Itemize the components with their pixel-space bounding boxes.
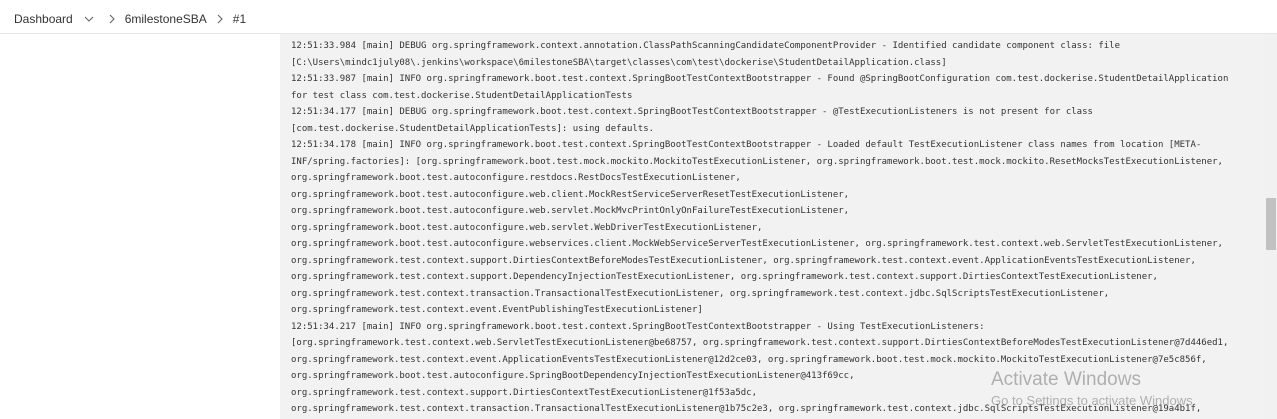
breadcrumb-link-job[interactable]: 6milestoneSBA: [125, 12, 207, 26]
side-panel: [0, 34, 280, 419]
breadcrumb-link-dashboard[interactable]: Dashboard: [14, 12, 73, 26]
console-line: [com.test.dockerise.StudentDetailApplica…: [291, 123, 655, 134]
breadcrumb-link-build[interactable]: #1: [233, 12, 246, 26]
console-line: [C:\Users\mindc1july08\.jenkins\workspac…: [291, 57, 947, 68]
scrollbar[interactable]: [1265, 34, 1277, 419]
console-line: [org.springframework.test.context.web.Se…: [291, 338, 1229, 348]
console-line: 12:51:33.984 [main] DEBUG org.springfram…: [291, 41, 1121, 51]
console-line: 12:51:34.177 [main] DEBUG org.springfram…: [291, 107, 1093, 117]
console-line: org.springframework.boot.test.autoconfig…: [291, 222, 763, 233]
breadcrumb-item-dashboard: Dashboard: [0, 4, 99, 33]
console-line: INF/spring.factories]: [org.springframew…: [291, 156, 1223, 167]
console-line: 12:51:33.987 [main] INFO org.springframe…: [291, 74, 1229, 84]
scrollbar-thumb[interactable]: [1266, 198, 1276, 250]
chevron-right-icon: [213, 14, 227, 24]
console-line: org.springframework.test.context.transac…: [291, 404, 1202, 414]
chevron-right-icon: [105, 14, 119, 24]
console-line: org.springframework.boot.test.autoconfig…: [291, 173, 741, 183]
console-line: org.springframework.test.context.event.A…: [291, 354, 1207, 365]
console-line: org.springframework.test.context.event.E…: [291, 305, 703, 315]
console-output: 12:51:33.984 [main] DEBUG org.springfram…: [280, 34, 1265, 419]
console-line: org.springframework.test.context.support…: [291, 387, 757, 398]
breadcrumb-item-build: #1: [233, 4, 246, 33]
console-line: org.springframework.boot.test.autoconfig…: [291, 189, 850, 200]
console-line: org.springframework.test.context.transac…: [291, 288, 1110, 299]
console-line: org.springframework.boot.test.autoconfig…: [291, 239, 1223, 249]
console-line: org.springframework.boot.test.autoconfig…: [291, 206, 850, 216]
console-line: for test class com.test.dockerise.Studen…: [291, 90, 633, 101]
chevron-down-icon[interactable]: [79, 9, 99, 29]
console-line: 12:51:34.217 [main] INFO org.springframe…: [291, 321, 985, 332]
breadcrumb-item-job: 6milestoneSBA: [125, 4, 207, 33]
breadcrumb: Dashboard 6milestoneSBA #1: [0, 4, 1277, 34]
console-line: 12:51:34.178 [main] INFO org.springframe…: [291, 140, 1202, 150]
console-line: org.springframework.test.context.support…: [291, 272, 1158, 282]
console-line: org.springframework.test.context.support…: [291, 255, 1196, 266]
console-log: 12:51:33.984 [main] DEBUG org.springfram…: [291, 38, 1265, 418]
console-line: org.springframework.boot.test.autoconfig…: [291, 371, 855, 381]
